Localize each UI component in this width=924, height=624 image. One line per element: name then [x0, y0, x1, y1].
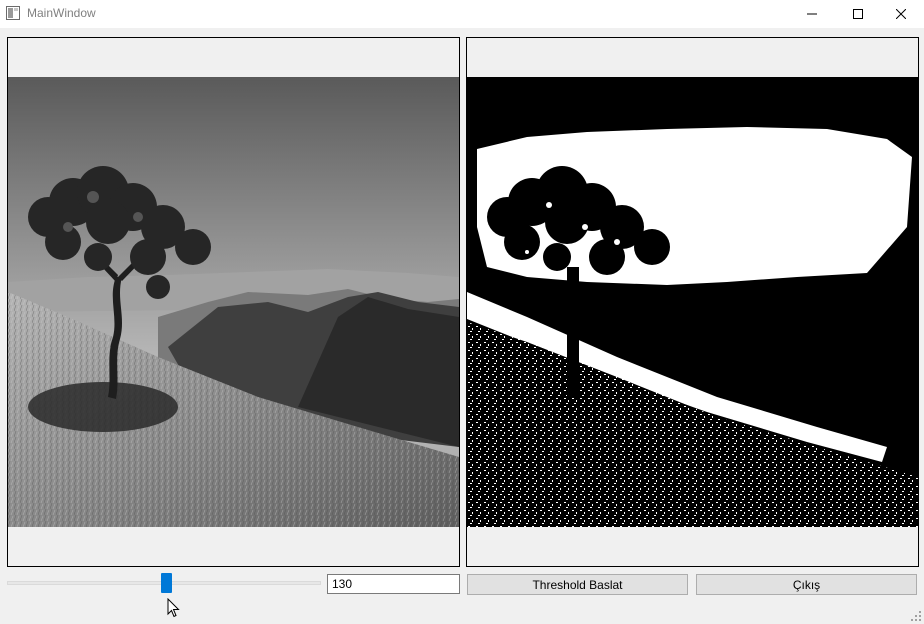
slider-handle[interactable]: [161, 573, 172, 593]
mouse-cursor-icon: [167, 598, 180, 618]
exit-button[interactable]: Çıkış: [696, 574, 917, 595]
original-image-frame: [7, 37, 460, 567]
maximize-icon: [853, 9, 863, 19]
threshold-image-frame: [466, 37, 919, 567]
maximize-button[interactable]: [835, 0, 881, 28]
close-button[interactable]: [878, 0, 924, 28]
threshold-start-button[interactable]: Threshold Baslat: [467, 574, 688, 595]
grayscale-landscape-image: [8, 77, 459, 527]
binary-threshold-image: [467, 77, 918, 527]
minimize-button[interactable]: [789, 0, 835, 28]
close-icon: [896, 9, 906, 19]
minimize-icon: [807, 13, 817, 15]
threshold-slider[interactable]: [7, 572, 321, 594]
threshold-value-input[interactable]: [327, 574, 460, 594]
title-bar: MainWindow: [0, 0, 924, 28]
app-window-icon: [6, 6, 20, 20]
window-title: MainWindow: [27, 6, 96, 20]
size-grip-icon[interactable]: [910, 610, 922, 622]
